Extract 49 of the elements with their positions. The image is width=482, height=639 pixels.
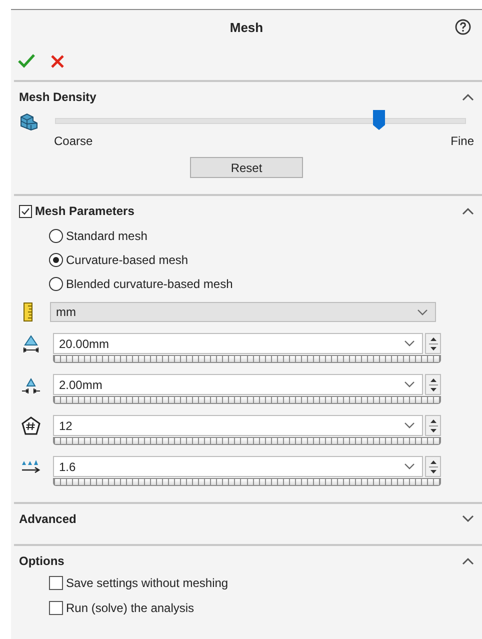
spin-button[interactable] (425, 333, 441, 354)
radio-button[interactable] (49, 229, 63, 243)
section-title: Mesh Parameters (35, 204, 134, 218)
help-icon[interactable] (455, 19, 471, 35)
chevron-down-icon[interactable] (404, 463, 415, 470)
checkbox-label: Save settings without meshing (66, 576, 228, 590)
pentagon-hash-icon (21, 416, 41, 436)
cancel-icon[interactable] (51, 54, 64, 68)
checkbox-label: Run (solve) the analysis (66, 600, 194, 614)
number-field[interactable]: 1.6 (53, 456, 423, 477)
slider-max-label: Fine (450, 134, 474, 148)
ok-icon[interactable] (18, 54, 35, 68)
panel-title: Mesh (230, 20, 264, 34)
units-dropdown[interactable]: mm (50, 302, 436, 322)
checkbox[interactable] (49, 576, 63, 590)
element-size-icon (21, 334, 41, 354)
number-field[interactable]: 12 (53, 415, 423, 436)
checkbox[interactable] (19, 204, 32, 218)
ruler-icon (23, 302, 33, 322)
slider-min-label: Coarse (54, 134, 93, 148)
chevron-down-icon[interactable] (404, 340, 415, 347)
checkbox[interactable] (49, 600, 63, 614)
chevron-down-icon[interactable] (404, 422, 415, 429)
slider-thumb[interactable] (373, 110, 386, 130)
reset-button[interactable]: Reset (190, 157, 303, 178)
thumbwheel[interactable] (53, 396, 441, 404)
mesh-cube-icon (19, 111, 39, 131)
section-title: Advanced (19, 512, 76, 526)
number-field[interactable]: 2.00mm (53, 374, 423, 395)
thumbwheel[interactable] (53, 355, 441, 363)
collapse-icon[interactable] (462, 207, 474, 215)
radio-button[interactable] (49, 277, 63, 291)
thumbwheel[interactable] (53, 478, 441, 486)
expand-icon[interactable] (462, 515, 474, 523)
thumbwheel[interactable] (53, 437, 441, 445)
section-title: Mesh Density (19, 90, 96, 104)
radio-label: Standard mesh (66, 229, 148, 243)
spin-button[interactable] (425, 374, 441, 395)
radio-label: Curvature-based mesh (66, 253, 188, 267)
section-title: Options (19, 554, 64, 568)
chevron-down-icon[interactable] (404, 381, 415, 388)
spin-button[interactable] (425, 456, 441, 477)
radio-button[interactable] (49, 253, 63, 267)
collapse-icon[interactable] (462, 93, 474, 101)
number-field[interactable]: 20.00mm (53, 333, 423, 354)
collapse-icon[interactable] (462, 557, 474, 565)
spin-button[interactable] (425, 415, 441, 436)
radio-label: Blended curvature-based mesh (66, 277, 233, 291)
chevron-down-icon[interactable] (417, 308, 428, 316)
